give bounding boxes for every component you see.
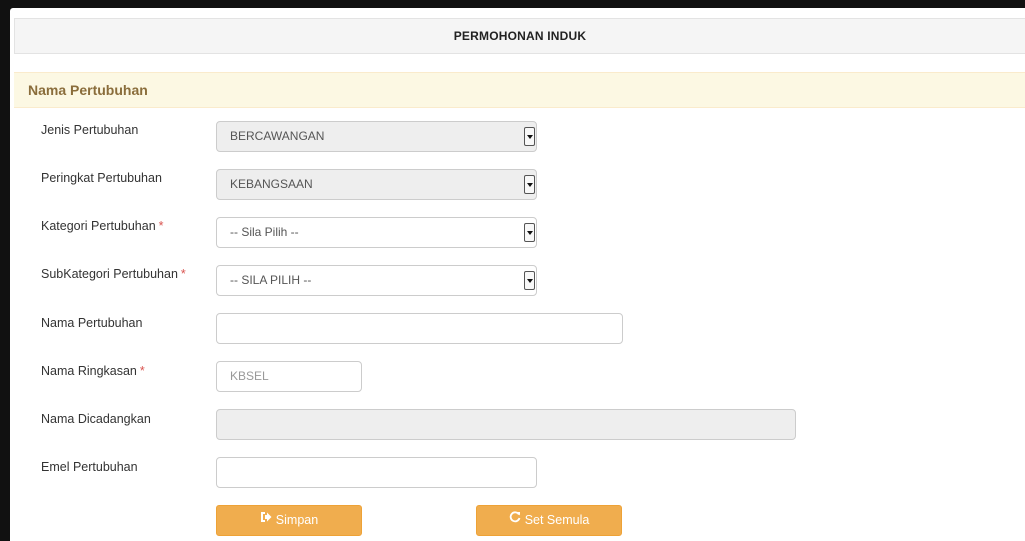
simpan-label: Simpan (275, 513, 319, 527)
form-window: PERMOHONAN INDUK Nama Pertubuhan Jenis P… (10, 8, 1025, 541)
nama-dicadangkan-input (216, 409, 796, 440)
jenis-label-text: Jenis Pertubuhan (41, 123, 139, 137)
kategori-select-value: -- Sila Pilih -- (230, 225, 299, 239)
chevron-down-icon (524, 223, 535, 242)
ringkasan-label-text: Nama Ringkasan (41, 364, 137, 378)
simpan-button[interactable]: Simpan (216, 505, 362, 536)
subkategori-label-text: SubKategori Pertubuhan (41, 267, 178, 281)
page-title: PERMOHONAN INDUK (14, 18, 1025, 54)
nama-pertubuhan-input[interactable] (216, 313, 623, 344)
nama-ringkasan-placeholder: KBSEL (230, 369, 269, 383)
nama-label: Nama Pertubuhan (41, 316, 142, 330)
peringkat-select-value: KEBANGSAAN (230, 177, 313, 191)
kategori-label: Kategori Pertubuhan * (41, 219, 164, 233)
set-semula-button[interactable]: Set Semula (476, 505, 622, 536)
ringkasan-label: Nama Ringkasan * (41, 364, 145, 378)
kategori-select[interactable]: -- Sila Pilih -- (216, 217, 537, 248)
chevron-down-icon (524, 175, 535, 194)
chevron-down-icon (524, 271, 535, 290)
refresh-icon (509, 505, 521, 534)
section-title: Nama Pertubuhan (14, 72, 1025, 108)
set-semula-label: Set Semula (524, 513, 590, 527)
peringkat-label: Peringkat Pertubuhan (41, 171, 162, 185)
emel-pertubuhan-input[interactable] (216, 457, 537, 488)
required-marker: * (158, 219, 164, 233)
nama-ringkasan-input[interactable]: KBSEL (216, 361, 362, 392)
chevron-down-icon (524, 127, 535, 146)
subkategori-label: SubKategori Pertubuhan * (41, 267, 186, 281)
jenis-label: Jenis Pertubuhan (41, 123, 138, 137)
kategori-label-text: Kategori Pertubuhan (41, 219, 156, 233)
peringkat-select[interactable]: KEBANGSAAN (216, 169, 537, 200)
nama-label-text: Nama Pertubuhan (41, 316, 143, 330)
emel-label: Emel Pertubuhan (41, 460, 138, 474)
required-marker: * (180, 267, 186, 281)
jenis-select-value: BERCAWANGAN (230, 129, 325, 143)
required-marker: * (139, 364, 145, 378)
peringkat-label-text: Peringkat Pertubuhan (41, 171, 162, 185)
emel-label-text: Emel Pertubuhan (41, 460, 138, 474)
dicadangkan-label-text: Nama Dicadangkan (41, 412, 151, 426)
subkategori-select-value: -- SILA PILIH -- (230, 273, 312, 287)
subkategori-select[interactable]: -- SILA PILIH -- (216, 265, 537, 296)
jenis-select[interactable]: BERCAWANGAN (216, 121, 537, 152)
dicadangkan-label: Nama Dicadangkan (41, 412, 151, 426)
save-icon (260, 505, 272, 534)
